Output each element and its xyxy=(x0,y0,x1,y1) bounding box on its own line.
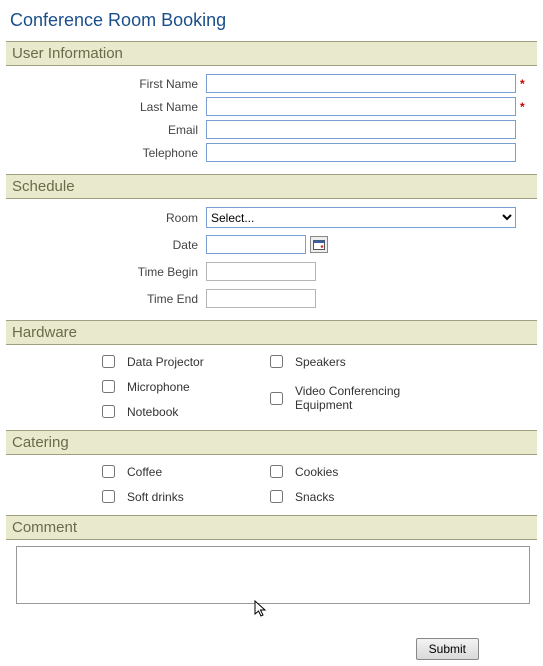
checkbox-data-projector[interactable] xyxy=(102,355,115,368)
checkbox-microphone[interactable] xyxy=(102,380,115,393)
checkbox-label: Soft drinks xyxy=(127,490,184,504)
room-label: Room xyxy=(6,211,206,225)
time-end-label: Time End xyxy=(6,292,206,306)
checkbox-label: Speakers xyxy=(295,355,346,369)
checkbox-label: Cookies xyxy=(295,465,338,479)
telephone-input[interactable] xyxy=(206,143,516,162)
section-header-schedule: Schedule xyxy=(6,174,537,199)
last-name-label: Last Name xyxy=(6,100,206,114)
date-input[interactable] xyxy=(206,235,306,254)
checkbox-soft-drinks[interactable] xyxy=(102,490,115,503)
hardware-left-column: Data Projector Microphone Notebook xyxy=(6,349,266,424)
submit-button[interactable]: Submit xyxy=(416,638,479,660)
checkbox-speakers[interactable] xyxy=(270,355,283,368)
catering-left-column: Coffee Soft drinks xyxy=(6,459,266,509)
section-header-comment: Comment xyxy=(6,515,537,540)
section-header-catering: Catering xyxy=(6,430,537,455)
email-input[interactable] xyxy=(206,120,516,139)
checkbox-label: Coffee xyxy=(127,465,162,479)
time-begin-label: Time Begin xyxy=(6,265,206,279)
checkbox-label: Video Conferencing Equipment xyxy=(295,384,445,412)
checkbox-snacks[interactable] xyxy=(270,490,283,503)
page-title: Conference Room Booking xyxy=(6,6,537,41)
first-name-label: First Name xyxy=(6,77,206,91)
required-marker: * xyxy=(520,100,525,114)
time-end-input[interactable] xyxy=(206,289,316,308)
hardware-right-column: Speakers Video Conferencing Equipment xyxy=(266,349,516,424)
first-name-input[interactable] xyxy=(206,74,516,93)
checkbox-label: Microphone xyxy=(127,380,190,394)
required-marker: * xyxy=(520,77,525,91)
checkbox-label: Snacks xyxy=(295,490,334,504)
catering-right-column: Cookies Snacks xyxy=(266,459,516,509)
room-select[interactable]: Select... xyxy=(206,207,516,228)
checkbox-coffee[interactable] xyxy=(102,465,115,478)
checkbox-label: Data Projector xyxy=(127,355,204,369)
section-header-hardware: Hardware xyxy=(6,320,537,345)
calendar-icon[interactable] xyxy=(310,236,328,253)
checkbox-notebook[interactable] xyxy=(102,405,115,418)
checkbox-video-conferencing[interactable] xyxy=(270,392,283,405)
date-label: Date xyxy=(6,238,206,252)
section-header-user-info: User Information xyxy=(6,41,537,66)
checkbox-cookies[interactable] xyxy=(270,465,283,478)
comment-textarea[interactable] xyxy=(16,546,530,604)
last-name-input[interactable] xyxy=(206,97,516,116)
time-begin-input[interactable] xyxy=(206,262,316,281)
checkbox-label: Notebook xyxy=(127,405,178,419)
telephone-label: Telephone xyxy=(6,146,206,160)
email-label: Email xyxy=(6,123,206,137)
